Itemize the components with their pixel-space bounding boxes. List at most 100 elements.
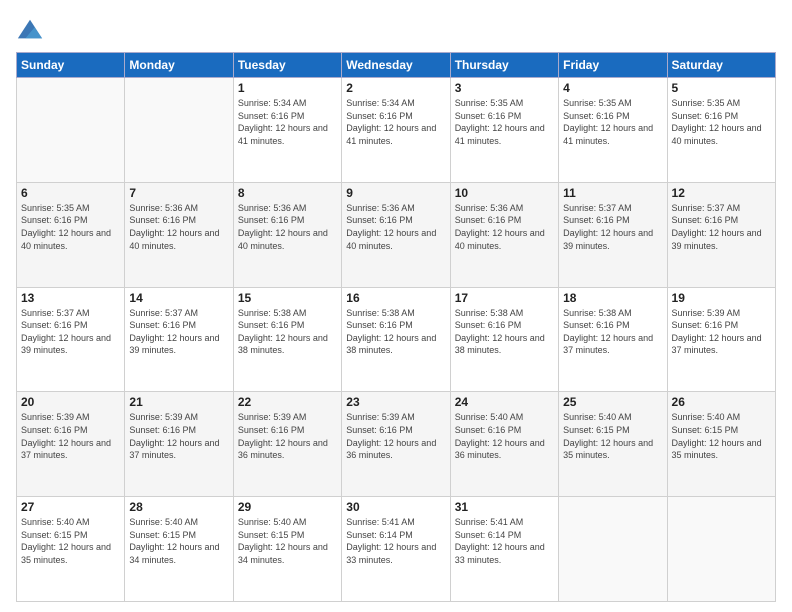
day-cell: 7 Sunrise: 5:36 AM Sunset: 6:16 PM Daylig… [125,182,233,287]
day-number: 15 [238,291,337,305]
day-info: Sunrise: 5:36 AM Sunset: 6:16 PM Dayligh… [238,202,337,252]
day-info: Sunrise: 5:36 AM Sunset: 6:16 PM Dayligh… [455,202,554,252]
day-cell: 4Sunrise: 5:35 AM Sunset: 6:16 PM Daylig… [559,78,667,183]
day-cell: 2Sunrise: 5:34 AM Sunset: 6:16 PM Daylig… [342,78,450,183]
day-number: 27 [21,500,120,514]
logo [16,16,46,44]
day-info: Sunrise: 5:37 AM Sunset: 6:16 PM Dayligh… [672,202,771,252]
day-number: 11 [563,186,662,200]
col-header-friday: Friday [559,53,667,78]
day-number: 30 [346,500,445,514]
day-number: 7 [129,186,228,200]
day-number: 10 [455,186,554,200]
day-info: Sunrise: 5:37 AM Sunset: 6:16 PM Dayligh… [563,202,662,252]
day-number: 24 [455,395,554,409]
day-cell: 25 Sunrise: 5:40 AM Sunset: 6:15 PM Dayli… [559,392,667,497]
day-cell: 15 Sunrise: 5:38 AM Sunset: 6:16 PM Dayli… [233,287,341,392]
day-cell: 9 Sunrise: 5:36 AM Sunset: 6:16 PM Daylig… [342,182,450,287]
day-cell: 8 Sunrise: 5:36 AM Sunset: 6:16 PM Daylig… [233,182,341,287]
day-info: Sunrise: 5:35 AM Sunset: 6:16 PM Dayligh… [563,97,662,147]
day-number: 3 [455,81,554,95]
day-number: 9 [346,186,445,200]
header [16,16,776,44]
day-number: 16 [346,291,445,305]
day-number: 29 [238,500,337,514]
day-info: Sunrise: 5:36 AM Sunset: 6:16 PM Dayligh… [346,202,445,252]
day-cell: 5 Sunrise: 5:35 AM Sunset: 6:16 PM Daylig… [667,78,775,183]
day-cell: 26 Sunrise: 5:40 AM Sunset: 6:15 PM Dayli… [667,392,775,497]
day-cell: 1Sunrise: 5:34 AM Sunset: 6:16 PM Daylig… [233,78,341,183]
week-row-1: 1Sunrise: 5:34 AM Sunset: 6:16 PM Daylig… [17,78,776,183]
day-cell: 27 Sunrise: 5:40 AM Sunset: 6:15 PM Dayli… [17,497,125,602]
week-row-2: 6 Sunrise: 5:35 AM Sunset: 6:16 PM Daylig… [17,182,776,287]
day-number: 13 [21,291,120,305]
day-info: Sunrise: 5:38 AM Sunset: 6:16 PM Dayligh… [455,307,554,357]
day-number: 25 [563,395,662,409]
logo-icon [16,16,44,44]
day-number: 6 [21,186,120,200]
day-info: Sunrise: 5:35 AM Sunset: 6:16 PM Dayligh… [455,97,554,147]
day-number: 26 [672,395,771,409]
day-cell [667,497,775,602]
day-number: 31 [455,500,554,514]
day-cell: 23 Sunrise: 5:39 AM Sunset: 6:16 PM Dayli… [342,392,450,497]
day-cell: 20 Sunrise: 5:39 AM Sunset: 6:16 PM Dayli… [17,392,125,497]
day-info: Sunrise: 5:34 AM Sunset: 6:16 PM Dayligh… [346,97,445,147]
day-info: Sunrise: 5:40 AM Sunset: 6:15 PM Dayligh… [21,516,120,566]
day-cell: 28 Sunrise: 5:40 AM Sunset: 6:15 PM Dayli… [125,497,233,602]
day-info: Sunrise: 5:38 AM Sunset: 6:16 PM Dayligh… [563,307,662,357]
day-number: 5 [672,81,771,95]
day-info: Sunrise: 5:41 AM Sunset: 6:14 PM Dayligh… [455,516,554,566]
day-cell: 16 Sunrise: 5:38 AM Sunset: 6:16 PM Dayli… [342,287,450,392]
day-cell: 19Sunrise: 5:39 AM Sunset: 6:16 PM Dayli… [667,287,775,392]
day-number: 21 [129,395,228,409]
day-number: 28 [129,500,228,514]
day-cell: 3 Sunrise: 5:35 AM Sunset: 6:16 PM Daylig… [450,78,558,183]
col-header-monday: Monday [125,53,233,78]
day-info: Sunrise: 5:35 AM Sunset: 6:16 PM Dayligh… [21,202,120,252]
col-header-tuesday: Tuesday [233,53,341,78]
calendar-table: SundayMondayTuesdayWednesdayThursdayFrid… [16,52,776,602]
day-cell: 24 Sunrise: 5:40 AM Sunset: 6:16 PM Dayli… [450,392,558,497]
day-cell: 18 Sunrise: 5:38 AM Sunset: 6:16 PM Dayli… [559,287,667,392]
day-info: Sunrise: 5:38 AM Sunset: 6:16 PM Dayligh… [346,307,445,357]
day-cell [17,78,125,183]
day-number: 18 [563,291,662,305]
day-info: Sunrise: 5:39 AM Sunset: 6:16 PM Dayligh… [346,411,445,461]
day-cell: 31 Sunrise: 5:41 AM Sunset: 6:14 PM Dayli… [450,497,558,602]
col-header-thursday: Thursday [450,53,558,78]
day-info: Sunrise: 5:36 AM Sunset: 6:16 PM Dayligh… [129,202,228,252]
week-row-5: 27 Sunrise: 5:40 AM Sunset: 6:15 PM Dayli… [17,497,776,602]
day-info: Sunrise: 5:40 AM Sunset: 6:15 PM Dayligh… [563,411,662,461]
day-cell [125,78,233,183]
day-cell: 6 Sunrise: 5:35 AM Sunset: 6:16 PM Daylig… [17,182,125,287]
page: SundayMondayTuesdayWednesdayThursdayFrid… [0,0,792,612]
day-cell [559,497,667,602]
day-number: 12 [672,186,771,200]
day-number: 20 [21,395,120,409]
col-header-sunday: Sunday [17,53,125,78]
day-cell: 12 Sunrise: 5:37 AM Sunset: 6:16 PM Dayli… [667,182,775,287]
day-cell: 29Sunrise: 5:40 AM Sunset: 6:15 PM Dayli… [233,497,341,602]
day-info: Sunrise: 5:40 AM Sunset: 6:16 PM Dayligh… [455,411,554,461]
day-number: 14 [129,291,228,305]
day-cell: 17Sunrise: 5:38 AM Sunset: 6:16 PM Dayli… [450,287,558,392]
day-cell: 30 Sunrise: 5:41 AM Sunset: 6:14 PM Dayli… [342,497,450,602]
day-info: Sunrise: 5:40 AM Sunset: 6:15 PM Dayligh… [672,411,771,461]
day-number: 8 [238,186,337,200]
day-cell: 11 Sunrise: 5:37 AM Sunset: 6:16 PM Dayli… [559,182,667,287]
calendar-header-row: SundayMondayTuesdayWednesdayThursdayFrid… [17,53,776,78]
day-info: Sunrise: 5:38 AM Sunset: 6:16 PM Dayligh… [238,307,337,357]
day-info: Sunrise: 5:35 AM Sunset: 6:16 PM Dayligh… [672,97,771,147]
day-info: Sunrise: 5:40 AM Sunset: 6:15 PM Dayligh… [129,516,228,566]
day-cell: 10 Sunrise: 5:36 AM Sunset: 6:16 PM Dayli… [450,182,558,287]
day-info: Sunrise: 5:37 AM Sunset: 6:16 PM Dayligh… [129,307,228,357]
day-number: 22 [238,395,337,409]
day-info: Sunrise: 5:39 AM Sunset: 6:16 PM Dayligh… [672,307,771,357]
day-number: 23 [346,395,445,409]
day-info: Sunrise: 5:37 AM Sunset: 6:16 PM Dayligh… [21,307,120,357]
day-info: Sunrise: 5:39 AM Sunset: 6:16 PM Dayligh… [21,411,120,461]
week-row-4: 20 Sunrise: 5:39 AM Sunset: 6:16 PM Dayli… [17,392,776,497]
day-cell: 22Sunrise: 5:39 AM Sunset: 6:16 PM Dayli… [233,392,341,497]
day-info: Sunrise: 5:41 AM Sunset: 6:14 PM Dayligh… [346,516,445,566]
